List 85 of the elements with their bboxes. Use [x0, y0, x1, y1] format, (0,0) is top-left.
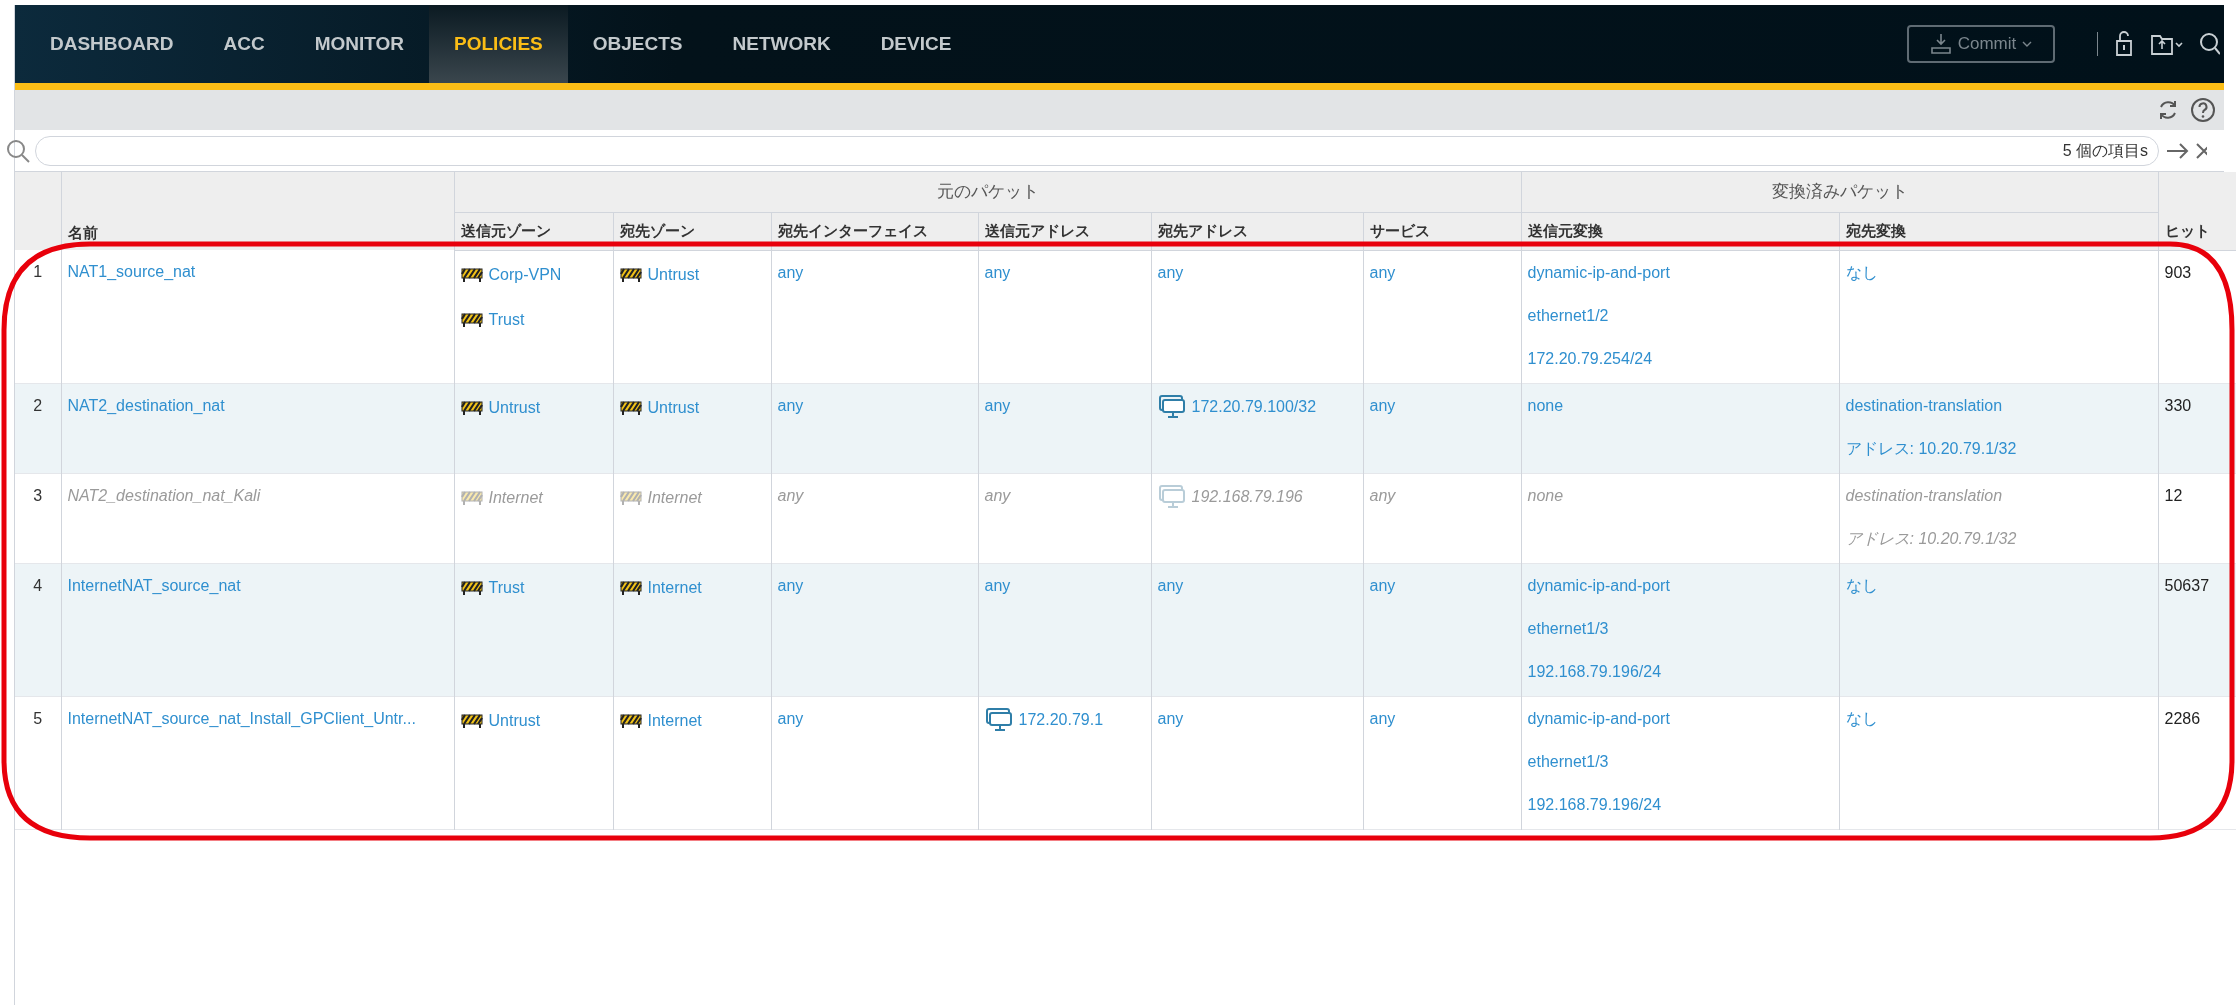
cell-value: ethernet1/3 [1527, 618, 1609, 639]
cell-value: 192.168.79.196/24 [1527, 794, 1662, 815]
column-header[interactable]: 名前 [67, 223, 98, 241]
cell-value: dynamic-ip-and-port [1527, 708, 1670, 729]
cell-value: 192.168.79.196/24 [1527, 661, 1662, 682]
monitor-icon [1157, 393, 1186, 420]
cell-value: any [777, 262, 804, 283]
barrier-icon [619, 712, 642, 729]
cell-value: any [984, 485, 1011, 506]
barrier-icon [460, 311, 483, 328]
nav-tab[interactable]: ACC [198, 5, 290, 83]
monitor-icon [984, 706, 1013, 733]
barrier-icon [460, 399, 483, 416]
barrier-icon [619, 579, 642, 596]
cell-value: any [984, 575, 1011, 596]
nav-tab[interactable]: OBJECTS [567, 5, 708, 83]
search-icon [5, 137, 31, 164]
zone-link[interactable]: Trust [488, 307, 525, 332]
cell-value: なし [1845, 575, 1878, 596]
rule-name-link[interactable]: InternetNAT_source_nat_Install_GPClient_Untr... [67, 709, 416, 727]
cell-value: destination-translation [1845, 395, 2003, 416]
column-header[interactable]: サービス [1369, 221, 1430, 239]
barrier-icon [460, 579, 483, 596]
nav-tab[interactable]: DASHBOARD [25, 5, 199, 83]
cell-value: any [1157, 575, 1184, 596]
cell-value: destination-translation [1845, 485, 2003, 506]
cell-value: dynamic-ip-and-port [1527, 262, 1670, 283]
zone-link[interactable]: Internet [647, 708, 702, 733]
cell-value: any [1157, 708, 1184, 729]
row-number: 3 [33, 486, 43, 504]
address-link[interactable]: 172.20.79.1 [1018, 707, 1104, 732]
cell-value: any [984, 395, 1011, 416]
cell-value: なし [1845, 708, 1878, 729]
cell-value: any [777, 575, 804, 596]
zone-link[interactable]: Untrust [488, 708, 541, 733]
column-header[interactable]: 送信元変換 [1527, 221, 1603, 239]
row-number: 5 [33, 709, 43, 727]
cell-value: any [1369, 262, 1396, 283]
caret-icon [2022, 40, 2033, 48]
cell-value: any [1369, 708, 1396, 729]
barrier-icon [619, 266, 642, 283]
barrier-icon [619, 489, 642, 506]
nav-tab[interactable]: POLICIES [429, 5, 568, 83]
rule-name-link[interactable]: NAT1_source_nat [67, 263, 196, 280]
column-group-header: 変換済みパケット [1771, 182, 1908, 201]
download-icon [1929, 32, 1952, 56]
nav-tab[interactable]: DEVICE [855, 5, 977, 83]
row-number: 2 [33, 396, 43, 414]
cell-value: any [1369, 575, 1396, 596]
zone-link[interactable]: Untrust [647, 262, 700, 287]
barrier-icon [460, 266, 483, 283]
nav-tab[interactable]: NETWORK [707, 5, 856, 83]
cell-value: any [1369, 485, 1396, 506]
nav-tab[interactable]: MONITOR [289, 5, 430, 83]
cell-value: any [1157, 262, 1184, 283]
column-header[interactable]: 宛先変換 [1845, 221, 1906, 239]
cell-value: none [1527, 485, 1564, 506]
folder-upload-icon[interactable] [2150, 32, 2184, 56]
cell-value: なし [1845, 262, 1878, 283]
cell-value: ethernet1/3 [1527, 751, 1609, 772]
cell-value: 172.20.79.254/24 [1527, 348, 1653, 369]
column-group-header: 元のパケット [936, 182, 1039, 201]
search-icon[interactable] [2198, 31, 2220, 57]
cell-value: ethernet1/2 [1527, 305, 1609, 326]
commit-button[interactable]: Commit [1907, 25, 2055, 63]
cell-value: none [1527, 395, 1564, 416]
cell-value: dynamic-ip-and-port [1527, 575, 1670, 596]
barrier-icon [619, 399, 642, 416]
zone-link[interactable]: Corp-VPN [488, 262, 562, 287]
table-row[interactable]: 5 InternetNAT_source_nat_Install_GPClient_Untr... Untrust Internet any 172.20.79.1 any any dynamic-ip-and-port ethernet1/3 192.168.79.196/24 なし 2286 [15, 696, 2236, 829]
barrier-icon [460, 489, 483, 506]
row-number: 4 [33, 576, 43, 594]
cell-value: any [1369, 395, 1396, 416]
cell-value: any [984, 262, 1011, 283]
cell-value: アドレス: 10.20.79.1/32 [1845, 528, 2017, 549]
row-number: 1 [33, 263, 43, 280]
cell-value: any [777, 395, 804, 416]
monitor-icon [1157, 483, 1186, 510]
item-count: 5 個の項目s [2062, 140, 2148, 161]
help-icon[interactable] [2190, 97, 2216, 123]
cell-value: アドレス: 10.20.79.1/32 [1845, 438, 2017, 459]
table-row[interactable]: 1 NAT1_source_nat Corp-VPN Trust Untrust any any any any dynamic-ip-and-port ethernet1/2 172.20.79.254/24 なし 903 [15, 250, 2236, 383]
barrier-icon [460, 712, 483, 729]
cell-value: any [777, 485, 804, 506]
cell-value: any [777, 708, 804, 729]
